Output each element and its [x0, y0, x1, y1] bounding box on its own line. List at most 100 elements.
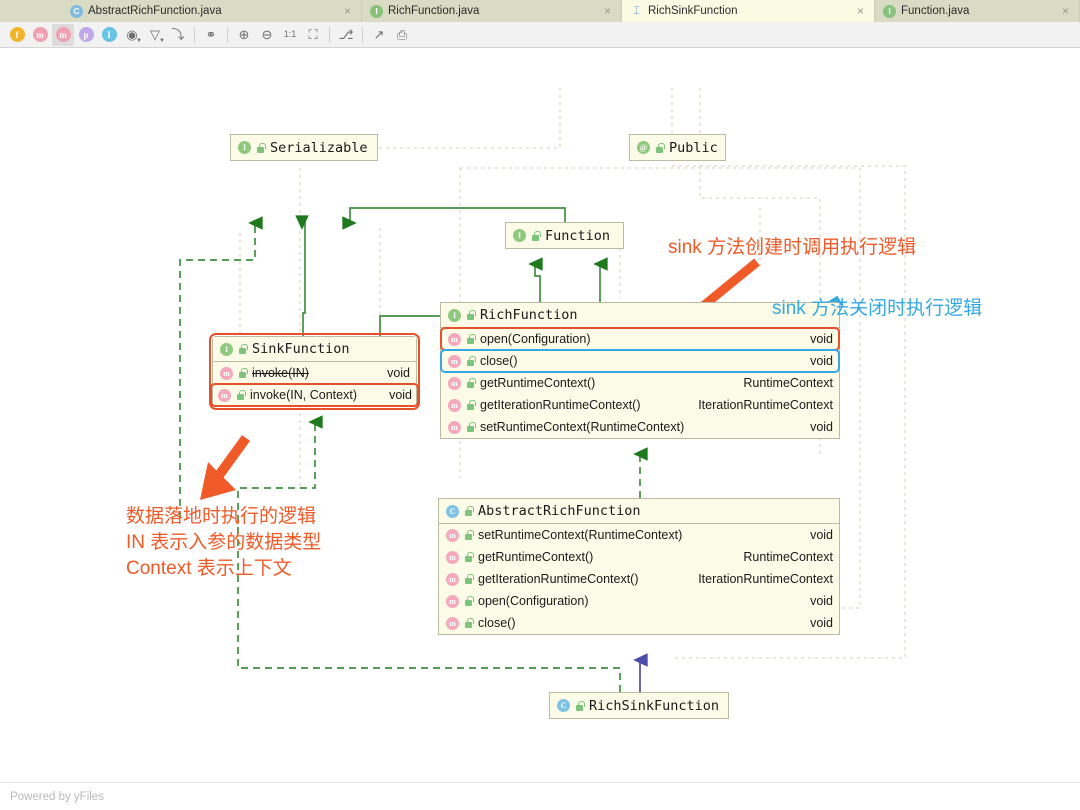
interface-icon: I: [448, 308, 461, 322]
class-icon: C: [557, 699, 570, 712]
toolbar-glyph: ⊕: [238, 27, 250, 42]
tab-label: RichFunction.java: [388, 5, 480, 17]
uml-node-richfunction[interactable]: I RichFunction m open(Configuration) voi…: [440, 302, 840, 439]
annotation-open-note: sink 方法创建时调用执行逻辑: [668, 237, 917, 258]
node-title: C AbstractRichFunction: [439, 499, 839, 524]
member-name: getIterationRuntimeContext(): [478, 572, 639, 586]
node-title-label: Serializable: [270, 139, 368, 156]
toolbar-glyph: ⤵: [171, 27, 185, 42]
lock-icon: [575, 700, 585, 711]
uml-member-row[interactable]: m getRuntimeContext() RuntimeContext: [439, 546, 839, 568]
status-bar: Powered by yFiles: [0, 782, 1080, 810]
node-title-label: RichSinkFunction: [589, 697, 720, 714]
show-properties-button[interactable]: p: [75, 24, 97, 46]
class-icon: C: [446, 504, 459, 518]
member-name: setRuntimeContext(RuntimeContext): [480, 420, 685, 434]
show-methods-button[interactable]: m: [52, 23, 74, 46]
node-title: C RichSinkFunction: [550, 693, 728, 718]
method-icon: m: [220, 366, 233, 380]
member-name: getRuntimeContext(): [480, 376, 596, 390]
uml-member-row[interactable]: m close() void: [439, 612, 839, 634]
node-title: I Function: [506, 223, 623, 248]
filter-button[interactable]: ▽ ▼: [144, 24, 166, 46]
interface-icon: I: [513, 229, 526, 242]
member-type: void: [387, 366, 410, 380]
method-icon: m: [446, 616, 459, 630]
uml-member-row[interactable]: m setRuntimeContext(RuntimeContext) void: [441, 416, 839, 438]
show-inner-classes-button[interactable]: I: [98, 24, 120, 46]
uml-member-row[interactable]: m invoke(IN) void: [213, 362, 416, 384]
lock-icon: [466, 378, 476, 388]
member-type: void: [810, 420, 833, 434]
show-dependencies-button[interactable]: ⚭: [200, 24, 222, 46]
member-type: void: [810, 594, 833, 608]
tab-label: AbstractRichFunction.java: [88, 5, 222, 17]
node-title: I SinkFunction: [213, 337, 416, 362]
member-type: void: [810, 332, 833, 346]
member-name: close(): [478, 616, 516, 630]
chevron-down-icon[interactable]: ▼: [159, 38, 165, 44]
visibility-scope-button[interactable]: ◉ ▼: [121, 24, 143, 46]
uml-node-sinkfunction[interactable]: I SinkFunction m invoke(IN) void m invok…: [209, 333, 420, 410]
method-icon: m: [446, 528, 459, 542]
toolbar-glyph: ↗: [373, 27, 385, 42]
close-icon[interactable]: ×: [1062, 5, 1069, 17]
zoom-in-button[interactable]: ⊕: [233, 24, 255, 46]
member-type: IterationRuntimeContext: [698, 398, 833, 412]
uml-member-row[interactable]: m close() void: [440, 349, 840, 373]
uml-node-serializable[interactable]: I Serializable: [230, 134, 378, 161]
uml-node-function[interactable]: I Function: [505, 222, 624, 249]
node-title-label: Function: [545, 227, 611, 244]
uml-member-row[interactable]: m open(Configuration) void: [440, 327, 840, 351]
member-name: close(): [480, 354, 518, 368]
uml-node-abstractrichfunction[interactable]: C AbstractRichFunction m setRuntimeConte…: [438, 498, 840, 635]
edge-mode-button[interactable]: ⤵: [167, 24, 189, 46]
uml-node-richsinkfunction[interactable]: C RichSinkFunction: [549, 692, 729, 719]
show-fields-button[interactable]: f: [6, 24, 28, 46]
toolbar-glyph: ⎙: [396, 27, 408, 42]
layout-button[interactable]: ⎇: [335, 24, 357, 46]
actual-size-button[interactable]: 1:1: [279, 24, 301, 46]
close-icon[interactable]: ×: [857, 5, 864, 17]
interface-icon: I: [370, 4, 383, 18]
chevron-down-icon[interactable]: ▼: [136, 38, 142, 44]
lock-icon: [531, 230, 541, 241]
close-icon[interactable]: ×: [344, 5, 351, 17]
toolbar-glyph: ⛶: [308, 27, 318, 42]
uml-member-row[interactable]: m invoke(IN, Context) void: [210, 383, 419, 407]
tab-function-java[interactable]: I Function.java ×: [875, 0, 1080, 22]
lock-icon: [466, 310, 476, 320]
method-icon: m: [446, 594, 459, 608]
print-button[interactable]: ⎙: [391, 24, 413, 46]
badge-glyph: f: [9, 27, 25, 42]
tab-richsinkfunction-diagram[interactable]: ⌶ RichSinkFunction ×: [622, 0, 875, 22]
lock-icon: [466, 422, 476, 432]
tab-abstractrichfunction-java[interactable]: C AbstractRichFunction.java ×: [62, 0, 362, 22]
tab-richfunction-java[interactable]: I RichFunction.java ×: [362, 0, 622, 22]
tab-label: RichSinkFunction: [648, 5, 738, 17]
member-name: getIterationRuntimeContext(): [480, 398, 641, 412]
uml-member-row[interactable]: m getIterationRuntimeContext() Iteration…: [439, 568, 839, 590]
uml-member-row[interactable]: m getRuntimeContext() RuntimeContext: [441, 372, 839, 394]
uml-member-row[interactable]: m setRuntimeContext(RuntimeContext) void: [439, 524, 839, 546]
zoom-out-button[interactable]: ⊖: [256, 24, 278, 46]
export-button[interactable]: ↗: [368, 24, 390, 46]
node-title-label: Public: [669, 139, 718, 156]
lock-icon: [464, 596, 474, 606]
lock-icon: [464, 530, 474, 540]
editor-tab-bar: C AbstractRichFunction.java × I RichFunc…: [0, 0, 1080, 22]
badge-glyph: I: [101, 27, 117, 42]
uml-node-public[interactable]: @ Public: [629, 134, 726, 161]
annotation-close-note: sink 方法关闭时执行逻辑: [772, 298, 983, 319]
lock-icon: [464, 506, 474, 516]
uml-member-row[interactable]: m getIterationRuntimeContext() Iteration…: [441, 394, 839, 416]
member-type: void: [810, 354, 833, 368]
fit-content-button[interactable]: ⛶: [302, 24, 324, 46]
interface-icon: I: [220, 342, 233, 356]
uml-member-row[interactable]: m open(Configuration) void: [439, 590, 839, 612]
lock-icon: [466, 400, 476, 410]
show-constructors-button[interactable]: m: [29, 24, 51, 46]
close-icon[interactable]: ×: [604, 5, 611, 17]
uml-diagram-canvas[interactable]: I Serializable @ Public I Function I Sin…: [0, 48, 1080, 782]
member-type: RuntimeContext: [743, 550, 833, 564]
